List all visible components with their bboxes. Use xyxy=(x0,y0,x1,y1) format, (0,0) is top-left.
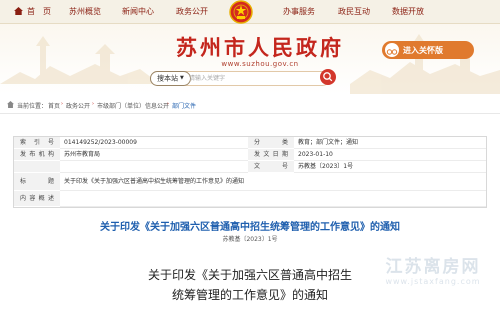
document-info-table: 索 引 号 014149252/2023-00009 分 类 教育；部门文件；通… xyxy=(13,136,487,208)
summary-value xyxy=(60,191,486,207)
nav-item-interaction[interactable]: 政民互动 xyxy=(338,6,370,17)
category-label: 分 类 xyxy=(248,137,294,149)
nav-item-services[interactable]: 办事服务 xyxy=(283,6,315,17)
issuer-label: 发布机构 xyxy=(14,149,60,161)
location-home-icon xyxy=(7,101,14,108)
caret-down-icon: ▼ xyxy=(180,75,184,81)
breadcrumb-separator-icon: › xyxy=(167,101,169,107)
article-body-line: 统筹管理的工作意见》的通知 xyxy=(171,288,328,302)
top-nav: 首 页 苏州概览 新闻中心 政务公开 办事服务 政民互动 数据开放 xyxy=(0,0,500,24)
national-emblem-icon xyxy=(229,0,253,24)
search-scope-label: 搜本站 xyxy=(157,74,178,83)
empty-label xyxy=(14,161,60,173)
summary-label: 内容概述 xyxy=(14,191,60,207)
date-label: 发文日期 xyxy=(248,149,294,161)
care-mode-button[interactable]: 进入关怀版 xyxy=(382,41,474,59)
nav-item-overview[interactable]: 苏州概览 xyxy=(69,6,101,17)
nav-item-news[interactable]: 新闻中心 xyxy=(122,6,154,17)
home-icon xyxy=(14,7,23,15)
docno-value: 苏教基〔2023〕1号 xyxy=(294,161,486,173)
breadcrumb-item-home[interactable]: 首页 xyxy=(48,101,60,110)
index-value: 014149252/2023-00009 xyxy=(60,137,248,149)
empty-value xyxy=(60,161,248,173)
breadcrumb-separator-icon: › xyxy=(92,101,94,107)
nav-item-gov-affairs[interactable]: 政务公开 xyxy=(176,6,208,17)
breadcrumb-separator-icon: › xyxy=(61,101,63,107)
article-title: 关于印发《关于加强六区普通高中招生统筹管理的工作意见》的通知 xyxy=(100,222,400,233)
breadcrumb-item-gov-affairs[interactable]: 政务公开 xyxy=(66,101,90,110)
breadcrumb-label: 当前位置： xyxy=(17,103,48,110)
title-value: 关于印发《关于加强六区普通高中招生统筹管理的工作意见》的通知 xyxy=(60,173,486,191)
breadcrumb-item-current[interactable]: 部门文件 xyxy=(172,101,196,110)
glasses-icon xyxy=(385,43,399,57)
divider xyxy=(0,113,500,114)
nav-item-open-data[interactable]: 数据开放 xyxy=(392,6,424,17)
search-button[interactable] xyxy=(320,69,336,85)
site-header: 苏州市人民政府 www.suzhou.gov.cn 进入关怀版 搜本站 ▼ xyxy=(0,24,500,94)
date-value: 2023-01-10 xyxy=(294,149,486,161)
site-url: www.suzhou.gov.cn xyxy=(221,60,299,68)
breadcrumb: 当前位置： 首页 › 政务公开 › 市级部门（单位）信息公开 › 部门文件 xyxy=(0,99,500,111)
nav-item-home[interactable]: 首 页 xyxy=(27,6,51,17)
search-scope-select[interactable]: 搜本站 ▼ xyxy=(150,71,191,86)
article-docno: 苏教基〔2023〕1号 xyxy=(222,236,278,243)
care-mode-label: 进入关怀版 xyxy=(403,46,443,55)
issuer-value: 苏州市教育局 xyxy=(60,149,248,161)
search-input[interactable] xyxy=(189,73,307,84)
search-icon xyxy=(323,72,333,82)
title-label: 标 题 xyxy=(14,173,60,191)
docno-label: 文 号 xyxy=(248,161,294,173)
watermark: 江苏离房网 www.jstaxfang.com xyxy=(368,252,498,286)
site-title: 苏州市人民政府 xyxy=(176,35,344,60)
watermark-text: 江苏离房网 xyxy=(385,257,481,277)
watermark-url: www.jstaxfang.com xyxy=(385,277,481,286)
breadcrumb-item-departments[interactable]: 市级部门（单位）信息公开 xyxy=(97,101,169,110)
category-value: 教育；部门文件；通知 xyxy=(294,137,486,149)
search-box: 搜本站 ▼ xyxy=(150,71,330,86)
index-label: 索 引 号 xyxy=(14,137,60,149)
